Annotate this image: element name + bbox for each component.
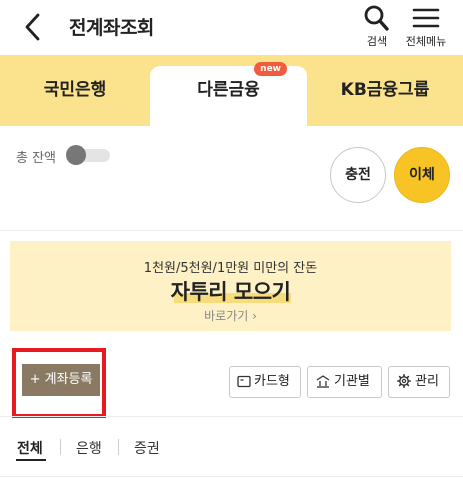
charge-button[interactable]: 충전	[330, 147, 386, 203]
by-institution-label: 기관별	[334, 374, 370, 389]
manage-button[interactable]: 관리	[388, 366, 450, 398]
banner-title: 자투리 모으기	[170, 280, 291, 304]
filter-securities[interactable]: 증권	[134, 438, 160, 458]
tab-label: 다른금융	[197, 80, 260, 100]
total-balance-label: 총 잔액	[16, 151, 57, 166]
active-filter-underline	[16, 459, 46, 461]
filter-separator	[60, 439, 61, 455]
filter-bank[interactable]: 은행	[76, 438, 102, 458]
banner-subtitle: 1천원/5천원/1만원 미만의 잔돈	[143, 261, 318, 276]
register-account-button[interactable]: + 계좌등록	[22, 364, 100, 396]
full-menu-label: 전체메뉴	[405, 35, 447, 48]
chevron-left-icon	[25, 13, 40, 41]
toolbar-divider	[0, 416, 463, 417]
balance-section: 총 잔액 충전 이체	[0, 126, 463, 231]
balance-visibility-toggle[interactable]	[66, 145, 110, 165]
card-view-button[interactable]: 카드형	[229, 366, 301, 398]
page-title: 전계좌조회	[69, 17, 154, 39]
card-icon	[237, 375, 251, 388]
tab-kookmin-bank[interactable]: 국민은행	[0, 66, 150, 126]
new-badge: new	[254, 62, 287, 76]
transfer-button[interactable]: 이체	[394, 147, 450, 203]
toggle-knob	[66, 145, 86, 165]
card-view-label: 카드형	[254, 374, 290, 389]
search-button[interactable]: 검색	[350, 4, 404, 52]
section-divider	[0, 230, 463, 231]
tab-kb-financial-group[interactable]: KB금융그룹	[307, 66, 463, 126]
filter-divider	[0, 476, 463, 477]
filter-separator	[118, 439, 119, 455]
manage-label: 관리	[415, 374, 439, 389]
search-label: 검색	[366, 35, 388, 48]
full-menu-button[interactable]: 전체메뉴	[399, 4, 453, 52]
hamburger-menu-icon	[412, 8, 440, 28]
spare-change-banner[interactable]: 1천원/5천원/1만원 미만의 잔돈 자투리 모으기 바로가기 ›	[10, 241, 451, 331]
institution-tabs: 국민은행 다른금융 new KB금융그룹	[0, 55, 463, 126]
banner-go-link[interactable]: 바로가기 ›	[10, 307, 451, 324]
tab-label: 국민은행	[43, 80, 107, 100]
top-header: 전계좌조회 검색 전체메뉴	[0, 0, 463, 55]
back-button[interactable]	[18, 10, 48, 44]
tab-other-finance[interactable]: 다른금융 new	[150, 62, 307, 126]
bank-building-icon	[316, 375, 330, 388]
gear-icon	[397, 374, 411, 388]
filter-all[interactable]: 전체	[17, 438, 43, 458]
search-icon	[364, 5, 389, 31]
by-institution-button[interactable]: 기관별	[307, 366, 382, 398]
tab-label: KB금융그룹	[340, 80, 430, 100]
